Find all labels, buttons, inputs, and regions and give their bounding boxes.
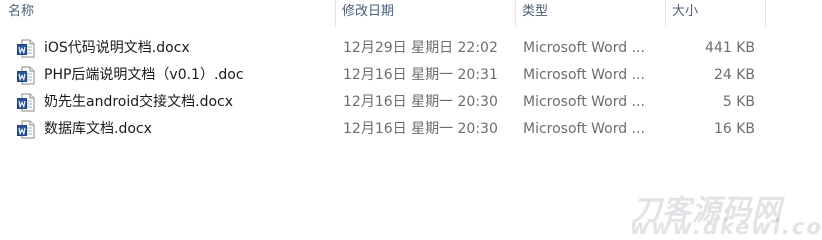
file-type: Microsoft Word ... [523,121,645,137]
file-date-modified: 12月16日 星期一 20:30 [343,121,498,137]
file-row[interactable]: iOS代码说明文档.docx 12月29日 星期日 22:02 Microsof… [0,35,822,62]
word-document-icon [17,120,35,139]
file-size: 24 KB [713,67,755,83]
watermark-url: www.dkewl.com [630,215,822,239]
file-date-modified: 12月16日 星期一 20:30 [343,94,498,110]
file-explorer-list: ^ 名称 修改日期 类型 大小 iOS代码说明文档.docx 12月29日 星期… [0,0,822,239]
column-header-type[interactable]: 类型 [515,0,665,27]
file-name[interactable]: iOS代码说明文档.docx [44,35,334,62]
file-row[interactable]: PHP后端说明文档（v0.1）.doc 12月16日 星期一 20:31 Mic… [0,62,822,89]
watermark-title: 刀客源码网 [632,193,783,227]
word-document-icon [17,66,35,85]
file-name[interactable]: PHP后端说明文档（v0.1）.doc [44,62,334,89]
word-document-icon [17,93,35,112]
column-header-name[interactable]: 名称 [0,0,335,27]
file-name[interactable]: 奶先生android交接文档.docx [44,89,334,116]
file-list: iOS代码说明文档.docx 12月29日 星期日 22:02 Microsof… [0,35,822,143]
file-size: 441 KB [705,40,755,56]
file-size: 5 KB [722,94,755,110]
column-header-bar: ^ 名称 修改日期 类型 大小 [0,0,822,27]
file-size: 16 KB [713,121,755,137]
file-row[interactable]: 数据库文档.docx 12月16日 星期一 20:30 Microsoft Wo… [0,116,822,143]
column-header-date-modified[interactable]: 修改日期 [335,0,515,27]
file-date-modified: 12月29日 星期日 22:02 [343,40,498,56]
column-header-size[interactable]: 大小 [665,0,765,27]
file-type: Microsoft Word ... [523,40,645,56]
file-row[interactable]: 奶先生android交接文档.docx 12月16日 星期一 20:30 Mic… [0,89,822,116]
file-name[interactable]: 数据库文档.docx [44,116,334,143]
file-type: Microsoft Word ... [523,94,645,110]
file-date-modified: 12月16日 星期一 20:31 [343,67,498,83]
word-document-icon [17,39,35,58]
site-watermark: 刀客源码网 www.dkewl.com [600,185,822,239]
column-divider[interactable] [765,0,766,27]
file-type: Microsoft Word ... [523,67,645,83]
